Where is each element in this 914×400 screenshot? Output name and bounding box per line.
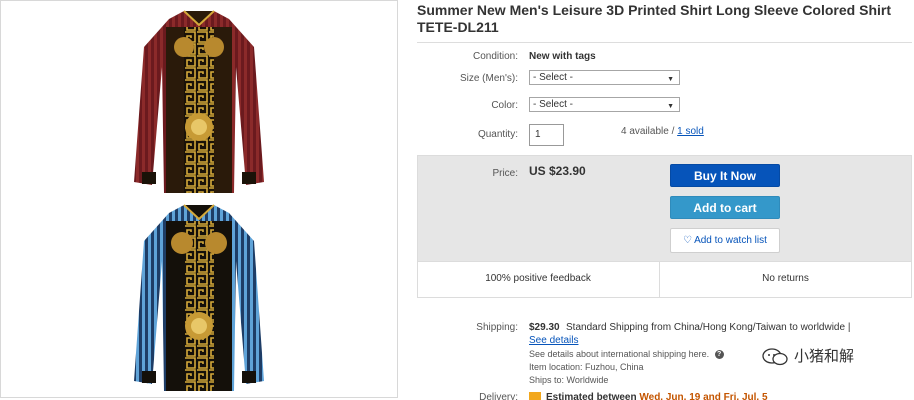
product-image-panel[interactable] bbox=[0, 0, 398, 398]
shipping-price: $29.30 bbox=[529, 322, 560, 333]
positive-feedback: 100% positive feedback bbox=[485, 273, 591, 284]
chevron-down-icon: ▼ bbox=[667, 76, 674, 83]
size-label: Size (Men's): bbox=[459, 73, 518, 84]
condition-label: Condition: bbox=[472, 51, 518, 62]
color-select[interactable]: - Select - ▼ bbox=[529, 97, 680, 112]
delivery-dates: Wed. Jun. 19 and Fri. Jul. 5 bbox=[639, 392, 768, 400]
buy-it-now-button[interactable]: Buy It Now bbox=[670, 164, 780, 187]
add-to-watch-list-button[interactable]: ♡ Add to watch list bbox=[670, 228, 780, 253]
title-divider bbox=[417, 42, 912, 43]
delivery-icon bbox=[529, 392, 541, 400]
size-select[interactable]: - Select - ▼ bbox=[529, 70, 680, 85]
intl-shipping-text: See details about international shipping… bbox=[529, 349, 710, 359]
size-select-value: - Select - bbox=[533, 72, 574, 83]
color-select-value: - Select - bbox=[533, 99, 574, 110]
item-location: Item location: Fuzhou, China bbox=[529, 362, 644, 372]
quantity-value: 1 bbox=[535, 129, 541, 140]
help-icon[interactable]: ? bbox=[714, 350, 724, 360]
watch-label: Add to watch list bbox=[694, 235, 767, 246]
availability: 4 available / 1 sold bbox=[621, 126, 704, 137]
add-to-cart-button[interactable]: Add to cart bbox=[670, 196, 780, 219]
price-label: Price: bbox=[492, 168, 518, 179]
shipping-label: Shipping: bbox=[476, 322, 518, 333]
price-value: US $23.90 bbox=[529, 164, 586, 178]
delivery-text: Estimated between bbox=[546, 392, 637, 400]
shirt-image-red[interactable] bbox=[124, 7, 274, 195]
wechat-icon bbox=[762, 347, 788, 365]
chevron-down-icon: ▼ bbox=[667, 103, 674, 110]
condition-value: New with tags bbox=[529, 51, 596, 62]
listing-title: Summer New Men's Leisure 3D Printed Shir… bbox=[417, 2, 891, 35]
available-count: 4 available / bbox=[621, 126, 675, 137]
watermark-text: 小猪和解 bbox=[794, 347, 855, 365]
color-label: Color: bbox=[491, 100, 518, 111]
see-details-link[interactable]: See details bbox=[529, 335, 578, 346]
delivery-estimate: Estimated between Wed. Jun. 19 and Fri. … bbox=[546, 392, 768, 400]
shirt-image-blue[interactable] bbox=[124, 201, 274, 393]
intl-shipping-note: See details about international shipping… bbox=[529, 349, 724, 360]
seller-info-row: 100% positive feedback No returns bbox=[418, 261, 911, 298]
watermark: 小猪和解 bbox=[762, 345, 854, 367]
quantity-input[interactable]: 1 bbox=[529, 124, 564, 146]
delivery-label: Delivery: bbox=[479, 392, 518, 400]
ships-to: Ships to: Worldwide bbox=[529, 375, 609, 385]
sold-link[interactable]: 1 sold bbox=[677, 126, 704, 137]
shipping-method: Standard Shipping from China/Hong Kong/T… bbox=[566, 322, 851, 333]
returns-policy: No returns bbox=[659, 262, 911, 298]
quantity-label: Quantity: bbox=[477, 129, 518, 140]
heart-icon: ♡ bbox=[683, 235, 693, 246]
